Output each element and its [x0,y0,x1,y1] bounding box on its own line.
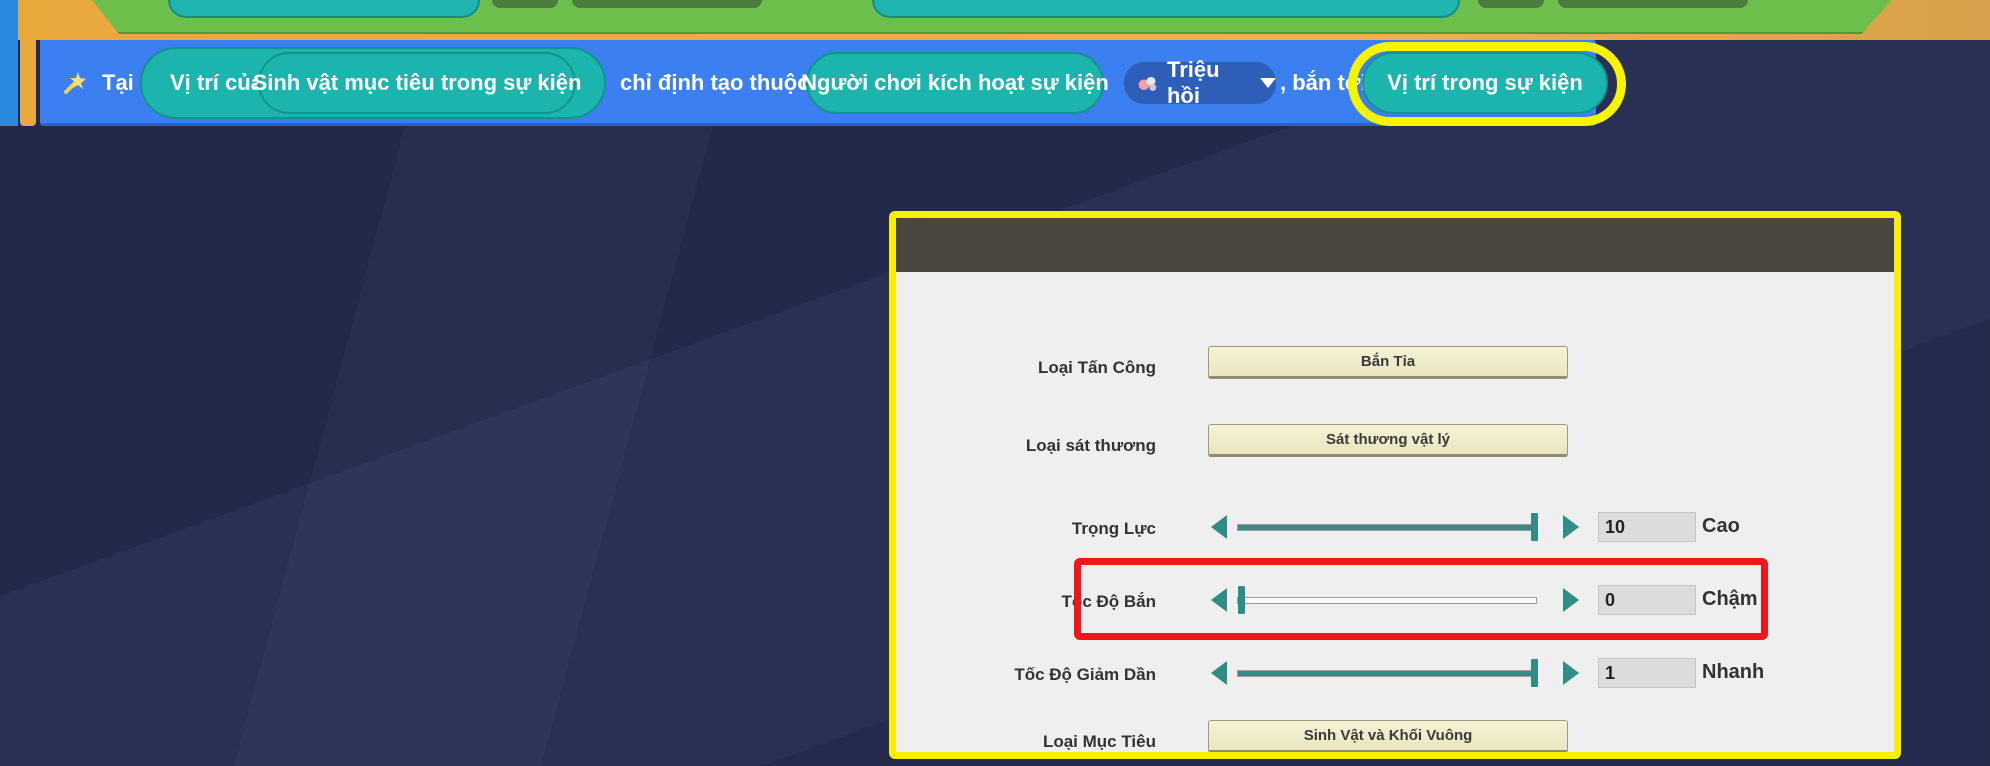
damage-type-value: Sát thương vật lý [1325,431,1451,448]
decay-speed-slider[interactable] [1237,670,1537,677]
summon-dropdown[interactable]: Triệu hồi [1124,57,1276,108]
gravity-label: Trọng Lực [1071,519,1156,538]
owner-pill[interactable]: Người chơi kích hoạt sự kiện [801,52,1109,114]
gravity-slider-thumb[interactable] [1531,513,1538,541]
panel-header [896,218,1894,272]
wand-icon [64,72,86,94]
summon-icon [1138,76,1157,91]
gravity-value: 10 [1605,516,1626,537]
projectile-settings-panel: Loại Tấn Công Bắn Tỉa Loại sát thương Sá… [889,211,1901,759]
attack-type-button[interactable]: Bắn Tỉa [1208,346,1568,379]
top-pill [872,0,1460,18]
damage-type-button[interactable]: Sát thương vật lý [1208,424,1568,457]
attack-type-value: Bắn Tỉa [1360,353,1416,370]
owner-label: Người chơi kích hoạt sự kiện [801,70,1109,95]
gravity-decrease-arrow-icon[interactable] [1211,515,1227,539]
gravity-increase-arrow-icon[interactable] [1563,515,1579,539]
attack-type-label: Loại Tấn Công [1037,358,1156,377]
decay-speed-value: 1 [1605,662,1616,683]
summon-dropdown-label: Triệu hồi [1166,57,1220,108]
target-type-label: Loại Mục Tiêu [1042,732,1156,751]
target-type-value: Sinh Vật và Khối Vuông [1303,727,1473,744]
left-rail-orange [20,0,36,126]
top-slot [492,0,558,8]
gravity-slider-fill [1238,525,1536,530]
decay-speed-value-field[interactable]: 1 [1598,658,1696,688]
top-green-block [92,0,1892,34]
location-of-label: Vị trí của [170,70,263,95]
top-slot [572,0,762,8]
summon-projectile-block[interactable]: Tại Vị trí của Sinh vật mục tiêu trong s… [40,40,1626,126]
left-rail [0,0,18,126]
highlight-red-box [1074,558,1768,640]
gravity-slider[interactable] [1237,524,1537,531]
decay-speed-caption: Nhanh [1702,661,1765,683]
damage-type-label: Loại sát thương [1025,436,1156,455]
decay-speed-slider-thumb[interactable] [1531,659,1538,687]
block-prefix-text: Tại [102,70,134,95]
top-slot [1558,0,1748,8]
caret-down-icon [1260,78,1276,88]
decay-speed-decrease-arrow-icon[interactable] [1211,661,1227,685]
decay-speed-slider-fill [1238,671,1536,676]
top-pill [168,0,480,18]
gravity-caption: Cao [1702,515,1740,537]
gravity-value-field[interactable]: 10 [1598,512,1696,542]
target-type-button[interactable]: Sinh Vật và Khối Vuông [1208,720,1568,752]
target-creature-pill[interactable]: Sinh vật mục tiêu trong sự kiện [253,52,581,114]
target-creature-label: Sinh vật mục tiêu trong sự kiện [252,70,582,95]
highlight-yellow-oval [1348,42,1626,126]
decay-speed-label: Tốc Độ Giảm Dần [1014,665,1156,684]
decay-speed-increase-arrow-icon[interactable] [1563,661,1579,685]
top-slot [1478,0,1544,8]
